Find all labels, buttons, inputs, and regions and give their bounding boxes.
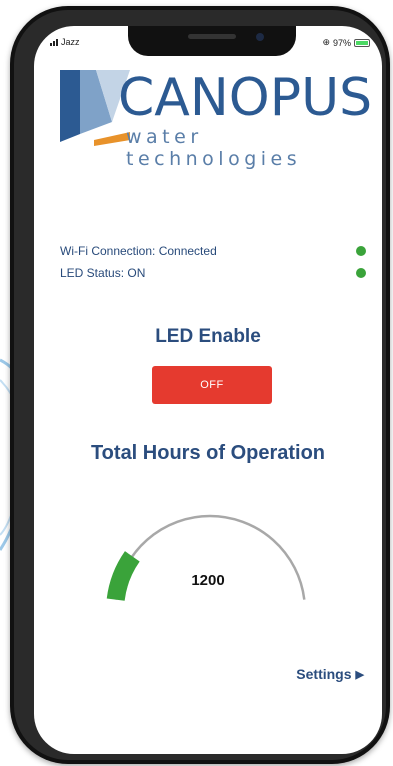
settings-link[interactable]: Settings ▶ [296, 666, 364, 682]
status-right: ⊕ 97% [322, 37, 370, 48]
status-left: Jazz [50, 37, 80, 47]
wifi-status-row: Wi-Fi Connection: Connected [60, 240, 366, 262]
logo-wordmark: CANOPUS [118, 68, 373, 128]
battery-icon [354, 38, 370, 47]
canopus-logo: CANOPUS water technologies [56, 62, 372, 170]
status-bar: Jazz ⊕ 97% [34, 26, 382, 58]
alarm-icon: ⊕ [322, 37, 330, 47]
settings-label: Settings [296, 666, 352, 682]
play-arrow-icon: ▶ [355, 668, 364, 681]
hours-heading: Total Hours of Operation [90, 442, 326, 464]
logo-tagline: water technologies [126, 126, 302, 170]
signal-icon [50, 38, 58, 46]
battery-fill [356, 40, 368, 45]
wifi-status-indicator [356, 246, 366, 256]
led-status-label: LED Status: ON [60, 266, 146, 280]
led-status-row: LED Status: ON [60, 262, 366, 284]
hours-value: 1200 [191, 572, 225, 589]
led-enable-heading: LED Enable [155, 326, 261, 347]
wifi-status-label: Wi-Fi Connection: Connected [60, 244, 217, 258]
led-status-indicator [356, 268, 366, 278]
carrier-name: Jazz [61, 37, 80, 47]
device-status-list: Wi-Fi Connection: Connected LED Status: … [60, 240, 366, 284]
led-toggle-button[interactable]: OFF [152, 366, 272, 404]
battery-percent: 97% [332, 37, 351, 48]
app-screen: Jazz ⊕ 97% CANOPUS water technologies Wi… [34, 26, 382, 754]
hours-gauge [106, 514, 306, 602]
